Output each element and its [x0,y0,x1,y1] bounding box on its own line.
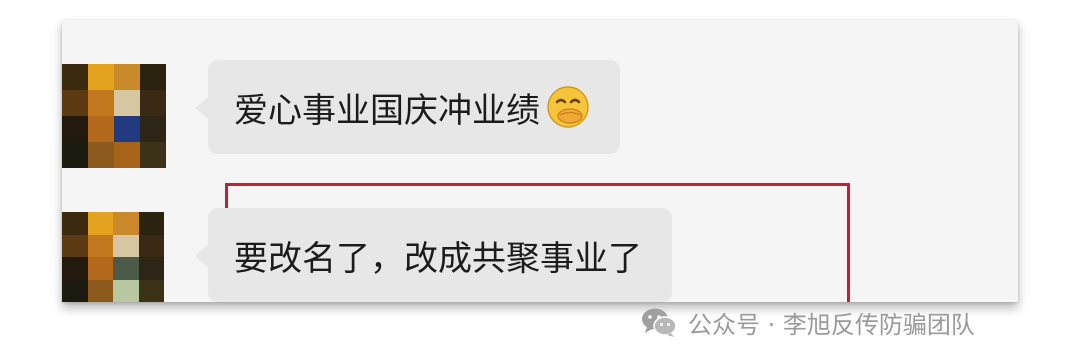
avatar [62,212,164,302]
chat-screenshot: 爱心事业国庆冲业绩 要改名了，改成共聚事业了 [62,20,1018,302]
message-bubble: 要改名了，改成共聚事业了 [195,208,672,302]
watermark-text: 公众号 · 李旭反传防骗团队 [688,310,975,339]
stage: 爱心事业国庆冲业绩 要改名了，改成共聚事业了 公众号 · 李旭反传防骗团队 [0,0,1078,362]
watermark: 公众号 · 李旭反传防骗团队 [640,300,975,344]
avatar [62,64,166,168]
message-text: 爱心事业国庆冲业绩 [234,90,540,131]
grinning-hand-over-mouth-emoji-icon [547,86,589,128]
message-text: 要改名了，改成共聚事业了 [234,238,642,279]
wechat-icon [642,308,677,337]
message-bubble: 爱心事业国庆冲业绩 [195,60,620,154]
